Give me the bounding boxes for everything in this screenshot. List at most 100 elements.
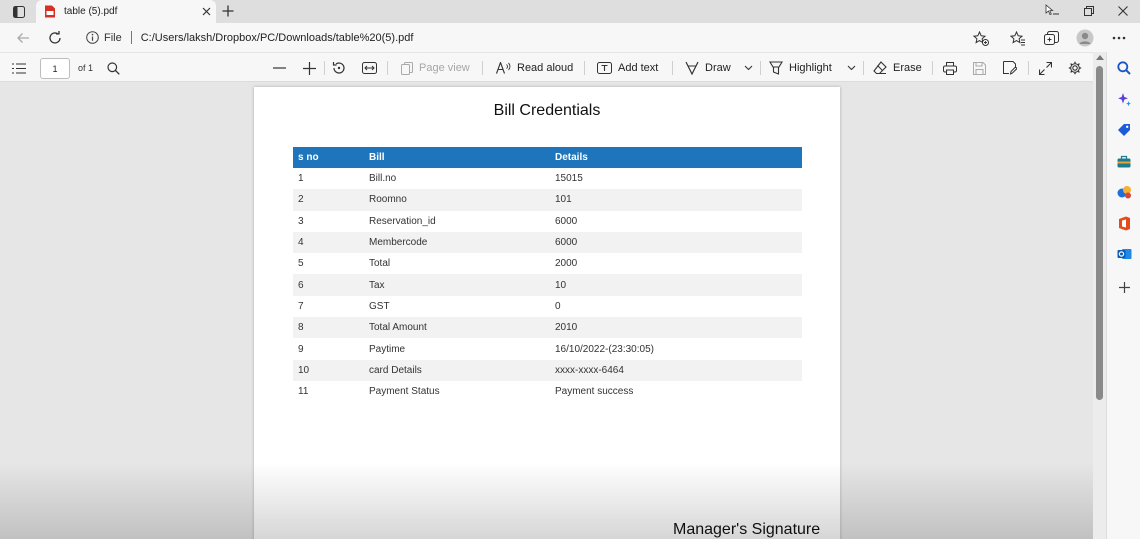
contents-button[interactable] xyxy=(12,57,26,79)
search-icon xyxy=(107,61,120,75)
add-text-label: Add text xyxy=(618,62,659,74)
read-aloud-label: Read aloud xyxy=(517,62,574,74)
print-icon xyxy=(943,61,957,75)
sidebar-office-button[interactable] xyxy=(1115,214,1133,232)
add-text-button[interactable]: Add text xyxy=(597,57,658,79)
document-title: Bill Credentials xyxy=(493,102,601,119)
address-divider xyxy=(130,31,132,44)
cell-sno: 6 xyxy=(293,274,364,296)
cell-sno: 11 xyxy=(298,386,309,398)
sidebar-copilot-button[interactable] xyxy=(1115,90,1133,108)
close-icon xyxy=(1118,6,1128,16)
column-header: s no xyxy=(293,147,364,168)
table-row: 4 Membercode 6000 xyxy=(293,231,802,254)
page-view-label: Page view xyxy=(419,62,470,74)
find-button[interactable] xyxy=(107,57,120,79)
back-arrow-icon xyxy=(17,33,29,43)
rotate-button[interactable] xyxy=(332,57,346,79)
cell-details: 101 xyxy=(550,189,802,211)
sidebar-search-button[interactable] xyxy=(1115,59,1133,77)
scroll-up-arrow[interactable] xyxy=(1096,55,1104,60)
table-of-contents-icon xyxy=(12,62,26,74)
table-row: 10 card Details xxxx-xxxx-6464 xyxy=(293,359,802,381)
sidebar-add-button[interactable] xyxy=(1115,278,1133,296)
zoom-in-button[interactable] xyxy=(303,57,316,79)
cell-bill: Bill.no xyxy=(369,173,397,185)
cell-sno: 9 xyxy=(298,343,304,355)
cell-bill: Paytime xyxy=(369,343,406,355)
tab-actions-button[interactable] xyxy=(8,3,30,20)
zoom-out-button[interactable] xyxy=(273,57,286,79)
eraser-icon xyxy=(873,61,887,75)
cell-bill: card Details xyxy=(364,359,550,381)
rotate-icon xyxy=(332,62,345,74)
document-viewport[interactable]: Bill Credentials s no Bill Details 1 Bill… xyxy=(0,82,1093,539)
draw-options-button[interactable] xyxy=(744,57,753,79)
page-number-input[interactable]: 1 xyxy=(40,58,70,79)
pdf-page: Bill Credentials s no Bill Details 1 Bill… xyxy=(254,87,840,539)
collections-button[interactable] xyxy=(1039,26,1063,50)
sidebar-shopping-button[interactable] xyxy=(1115,121,1133,139)
scheme-label: File xyxy=(104,31,122,44)
tab-close-button[interactable] xyxy=(196,2,216,22)
toolbar-divider xyxy=(1028,61,1029,75)
highlighter-icon xyxy=(769,61,783,75)
cell-details: 6000 xyxy=(555,215,578,227)
save-as-button[interactable] xyxy=(1003,57,1017,79)
sidebar-outlook-button[interactable] xyxy=(1115,245,1133,263)
highlight-button[interactable]: Highlight xyxy=(769,57,832,79)
read-aloud-button[interactable]: Read aloud xyxy=(496,57,573,79)
print-button[interactable] xyxy=(943,57,957,79)
toolbar-divider xyxy=(863,61,864,75)
toolbar-divider xyxy=(324,61,325,75)
plus-icon xyxy=(222,5,234,17)
scroll-thumb[interactable] xyxy=(1096,66,1103,400)
table-row: 3 Reservation_id 6000 xyxy=(293,211,802,232)
minimize-button[interactable] xyxy=(1034,0,1070,22)
cell-sno: 4 xyxy=(293,231,364,254)
draw-button[interactable]: Draw xyxy=(685,57,731,79)
table-row: 5 Total 2000 xyxy=(293,253,802,274)
settings-more-button[interactable] xyxy=(1107,26,1131,50)
close-icon xyxy=(202,7,210,16)
erase-button[interactable]: Erase xyxy=(873,57,922,79)
add-favorite-button[interactable] xyxy=(969,26,993,50)
cell-sno: 3 xyxy=(298,215,304,227)
cell-bill: Reservation_id xyxy=(369,215,436,227)
page-view-icon xyxy=(401,61,413,75)
back-button[interactable] xyxy=(11,26,35,50)
close-window-button[interactable] xyxy=(1105,0,1140,22)
profile-button[interactable] xyxy=(1073,26,1097,50)
chevron-down-icon xyxy=(744,65,753,71)
pdf-settings-button[interactable] xyxy=(1068,57,1082,79)
table-row: 11 Payment Status Payment success xyxy=(293,381,802,402)
collections-icon xyxy=(1043,31,1059,45)
sidebar-tools-button[interactable] xyxy=(1115,152,1133,170)
fullscreen-button[interactable] xyxy=(1039,57,1052,79)
url-field[interactable]: File C:/Users/laksh/Dropbox/PC/Downloads… xyxy=(86,27,413,48)
save-button[interactable] xyxy=(973,57,986,79)
new-tab-button[interactable] xyxy=(218,2,238,20)
favorites-button[interactable] xyxy=(1006,26,1030,50)
games-icon xyxy=(1117,186,1131,199)
highlight-label: Highlight xyxy=(789,62,832,74)
url-text[interactable]: C:/Users/laksh/Dropbox/PC/Downloads/tabl… xyxy=(141,32,414,44)
table-row: 2 Roomno 101 xyxy=(293,189,802,211)
fit-to-width-button[interactable] xyxy=(362,57,377,79)
cell-sno: 2 xyxy=(293,189,364,211)
highlight-options-button[interactable] xyxy=(847,57,856,79)
draw-icon xyxy=(685,61,699,75)
column-header: Bill xyxy=(364,147,550,168)
vertical-scrollbar[interactable] xyxy=(1093,52,1106,539)
cell-bill: Membercode xyxy=(364,231,550,254)
sidebar-games-button[interactable] xyxy=(1115,183,1133,201)
refresh-button[interactable] xyxy=(43,26,67,50)
avatar-icon xyxy=(1076,29,1094,47)
toolbar-divider xyxy=(760,61,761,75)
browser-tab[interactable]: table (5).pdf xyxy=(36,0,216,23)
page-view-button[interactable]: Page view xyxy=(401,57,470,79)
minus-icon xyxy=(273,67,286,69)
info-icon[interactable] xyxy=(86,31,99,44)
address-bar: File C:/Users/laksh/Dropbox/PC/Downloads… xyxy=(0,23,1140,52)
restore-button[interactable] xyxy=(1071,0,1107,22)
